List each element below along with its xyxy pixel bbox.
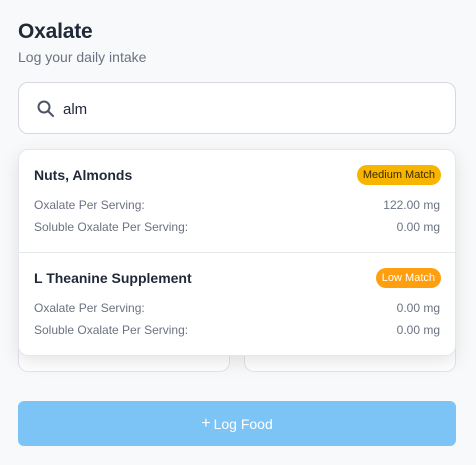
result-name: Nuts, Almonds [34, 167, 133, 183]
search-box[interactable] [18, 82, 456, 134]
search-result-item[interactable]: Nuts, Almonds Medium Match Oxalate Per S… [19, 150, 455, 253]
log-food-button[interactable]: + Log Food [18, 401, 456, 446]
oxalate-label: Oxalate Per Serving: [34, 301, 145, 315]
soluble-oxalate-label: Soluble Oxalate Per Serving: [34, 323, 189, 337]
oxalate-value: 0.00 mg [396, 301, 440, 315]
search-icon [37, 100, 54, 117]
soluble-oxalate-value: 0.00 mg [396, 323, 440, 337]
oxalate-label: Oxalate Per Serving: [34, 198, 145, 212]
page-title: Oxalate [18, 20, 93, 43]
search-results-dropdown: Nuts, Almonds Medium Match Oxalate Per S… [18, 149, 456, 356]
plus-icon: + [201, 414, 211, 432]
match-badge: Medium Match [356, 165, 441, 185]
log-food-label: Log Food [213, 415, 273, 432]
soluble-oxalate-value: 0.00 mg [396, 220, 440, 234]
oxalate-value: 122.00 mg [383, 198, 440, 212]
page-subtitle: Log your daily intake [18, 49, 147, 65]
search-result-item[interactable]: L Theanine Supplement Low Match Oxalate … [19, 253, 455, 355]
result-name: L Theanine Supplement [34, 270, 192, 286]
soluble-oxalate-label: Soluble Oxalate Per Serving: [34, 220, 189, 234]
search-input[interactable] [63, 97, 433, 121]
match-badge: Low Match [375, 268, 441, 288]
